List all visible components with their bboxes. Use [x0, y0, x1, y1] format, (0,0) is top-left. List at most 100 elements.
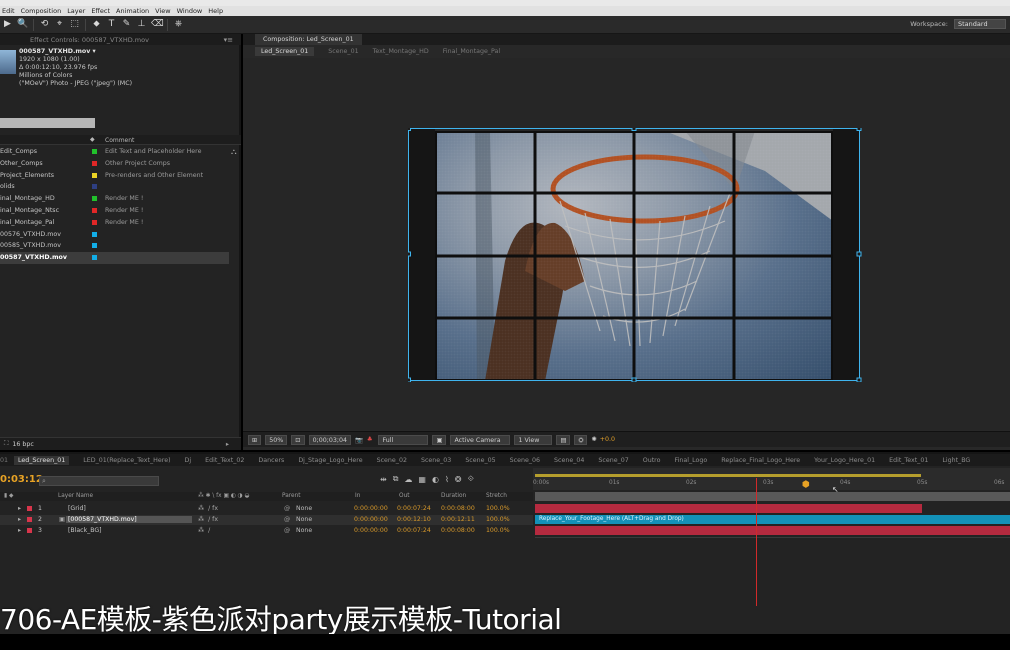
safe-zones-icon[interactable]: ⊡ — [291, 434, 305, 445]
comp-nav-final-montage[interactable]: Final_Montage_Pal — [443, 48, 500, 55]
parent-select[interactable]: None — [296, 516, 312, 523]
timeline-search-input[interactable]: ⌕ — [39, 476, 159, 486]
parent-pickwhip-icon[interactable]: @ — [284, 516, 290, 523]
draft-3d-icon[interactable]: ⧉ — [393, 474, 399, 484]
rotate-tool-icon[interactable]: ⟲ — [39, 19, 50, 30]
comp-nav-led-screen[interactable]: Led_Screen_01 — [255, 47, 315, 56]
layer-duration[interactable]: 0:00:12:11 — [441, 516, 475, 523]
comment-column-header[interactable]: Comment — [105, 137, 134, 144]
layer-duration-bar[interactable] — [535, 504, 922, 513]
layer-label-swatch[interactable] — [27, 506, 32, 511]
timeline-tab[interactable]: Your_Logo_Here_01 — [814, 457, 875, 464]
current-time-indicator-icon[interactable]: ⬢ — [802, 480, 810, 490]
layer-in-time[interactable]: 0:00:00:00 — [354, 505, 388, 512]
layer-duration-bar-selected[interactable]: Replace_Your_Footage_Here (ALT+Drag and … — [535, 515, 1010, 524]
camera-view-select[interactable]: Active Camera — [450, 434, 511, 445]
menu-effect[interactable]: Effect — [91, 7, 110, 15]
current-time-display[interactable]: 0;00;03;04 — [308, 434, 351, 445]
layer-stretch[interactable]: 100.0% — [486, 516, 510, 523]
project-item[interactable]: inal_Montage_Ntsc Render ME ! — [0, 205, 241, 217]
timeline-tab[interactable]: Dj_Stage_Logo_Here — [298, 457, 362, 464]
project-item[interactable]: inal_Montage_Pal Render ME ! — [0, 217, 241, 229]
out-header[interactable]: Out — [399, 493, 410, 499]
label-swatch[interactable] — [92, 196, 97, 202]
timeline-tab[interactable]: Scene_06 — [510, 457, 540, 464]
toggle-pixel-aspect-icon[interactable]: ▤ — [556, 434, 571, 445]
menu-animation[interactable]: Animation — [116, 7, 149, 15]
led-screen-layer[interactable] — [408, 128, 862, 382]
work-area-bar[interactable] — [535, 492, 1010, 501]
project-item[interactable]: 00585_VTXHD.mov — [0, 240, 241, 252]
project-item[interactable]: Other_Comps Other Project Comps — [0, 158, 241, 170]
menu-view[interactable]: View — [155, 7, 170, 15]
zoom-tool-icon[interactable]: 🔍 — [17, 19, 28, 30]
pen-tool-icon[interactable]: ⬥ — [91, 19, 102, 30]
comp-nav-text-montage[interactable]: Text_Montage_HD — [373, 48, 429, 55]
timeline-tab[interactable]: Final_Logo — [674, 457, 707, 464]
timeline-tab[interactable]: Scene_03 — [421, 457, 451, 464]
layer-duration-bar[interactable] — [535, 526, 1010, 535]
in-header[interactable]: In — [355, 493, 360, 499]
project-item[interactable]: olids — [0, 181, 241, 193]
layer-name[interactable]: [Black_BG] — [68, 527, 102, 534]
timeline-tab[interactable]: Dj — [185, 457, 192, 464]
timeline-layer-row[interactable]: ▸ 1 [Grid] ⁂ / fx @ None 0:00:00:00 0:00… — [0, 504, 533, 514]
project-search-input[interactable] — [0, 118, 95, 128]
snapshot-icon[interactable]: 📷 — [355, 436, 363, 444]
label-swatch[interactable] — [92, 172, 97, 178]
project-item[interactable]: Edit_Comps Edit Text and Placeholder Here — [0, 146, 241, 158]
duration-header[interactable]: Duration — [441, 493, 466, 499]
layer-name-header[interactable]: Layer Name — [58, 493, 93, 499]
motion-blur-icon[interactable]: ◐ — [432, 475, 439, 484]
channel-icon[interactable]: ♣ — [367, 436, 373, 443]
layer-switches[interactable]: ⁂ / — [198, 527, 210, 534]
eraser-tool-icon[interactable]: ⌫ — [151, 19, 164, 30]
timeline-current-time[interactable]: 0:03:12 — [0, 474, 43, 485]
panel-menu-icon[interactable]: ▾≡ — [224, 36, 233, 44]
brush-tool-icon[interactable]: ✎ — [121, 19, 132, 30]
timeline-tab[interactable]: Edit_Text_02 — [205, 457, 244, 464]
layer-out-time[interactable]: 0:00:12:10 — [397, 516, 431, 523]
project-item[interactable]: inal_Montage_HD Render ME ! — [0, 193, 241, 205]
timeline-tab[interactable]: Scene_07 — [598, 457, 628, 464]
timeline-layer-row-selected[interactable]: ▸ 2 ▣ [000587_VTXHD.mov] ⁂ / fx @ None 0… — [0, 515, 533, 525]
label-swatch[interactable] — [92, 219, 97, 225]
project-item-selected[interactable]: 00587_VTXHD.mov — [0, 252, 229, 264]
work-area-range[interactable] — [535, 474, 921, 477]
layer-duration[interactable]: 0:00:08:00 — [441, 527, 475, 534]
layer-out-time[interactable]: 0:00:07:24 — [397, 527, 431, 534]
timeline-layer-row[interactable]: ▸ 3 [Black_BG] ⁂ / @ None 0:00:00:00 0:0… — [0, 526, 533, 536]
label-swatch[interactable] — [92, 207, 97, 213]
project-item[interactable]: 00576_VTXHD.mov — [0, 229, 241, 241]
layer-stretch[interactable]: 100.0% — [486, 505, 510, 512]
brainstorm-icon[interactable]: ❂ — [455, 475, 462, 484]
layer-label-swatch[interactable] — [27, 517, 32, 522]
exposure-reset-icon[interactable]: ✺ — [591, 436, 596, 443]
selection-tool-icon[interactable]: ▶ — [2, 19, 13, 30]
timeline-tab[interactable]: Scene_05 — [465, 457, 495, 464]
magnification-select[interactable]: 50% — [265, 434, 288, 445]
parent-select[interactable]: None — [296, 505, 312, 512]
comp-mini-flowchart-icon[interactable]: ⇹ — [380, 475, 387, 484]
timeline-tab[interactable]: Dancers — [258, 457, 284, 464]
layer-switches[interactable]: ⁂ / fx — [198, 505, 218, 512]
timeline-tab[interactable]: LED_01(Replace_Text_Here) — [83, 457, 170, 464]
label-swatch[interactable] — [92, 243, 97, 249]
type-tool-icon[interactable]: T — [106, 19, 117, 30]
timeline-tab[interactable]: Light_BG — [942, 457, 970, 464]
layer-out-time[interactable]: 0:00:07:24 — [397, 505, 431, 512]
menu-help[interactable]: Help — [208, 7, 223, 15]
layer-in-time[interactable]: 0:00:00:00 — [354, 516, 388, 523]
parent-pickwhip-icon[interactable]: @ — [284, 505, 290, 512]
project-item[interactable]: Project_Elements Pre-renders and Other El… — [0, 170, 241, 182]
menu-layer[interactable]: Layer — [67, 7, 85, 15]
fast-previews-icon[interactable]: ⛭ — [574, 434, 588, 445]
layer-name[interactable]: [Grid] — [68, 505, 86, 512]
graph-editor-icon[interactable]: ⌇ — [445, 475, 449, 484]
parent-select[interactable]: None — [296, 527, 312, 534]
expand-arrow-icon[interactable]: ▸ — [18, 516, 21, 523]
label-swatch[interactable] — [92, 184, 97, 190]
comp-nav-scene[interactable]: Scene_01 — [328, 48, 358, 55]
live-update-icon[interactable]: ⟐ — [468, 474, 474, 484]
frame-blending-icon[interactable]: ▦ — [418, 475, 426, 484]
